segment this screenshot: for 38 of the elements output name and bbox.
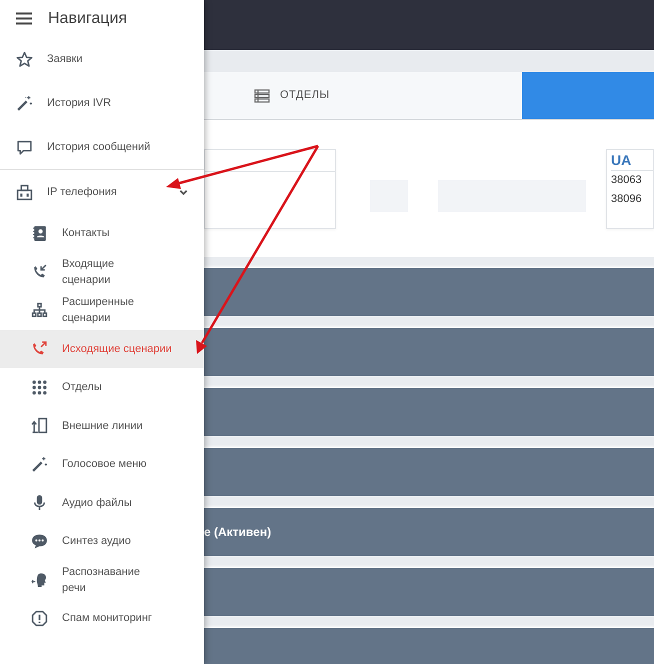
list-icon xyxy=(254,88,270,102)
phone-incoming-icon xyxy=(31,263,48,280)
speech-bubble-icon xyxy=(31,532,48,550)
hierarchy-icon xyxy=(31,302,48,319)
sidebar-item[interactable]: Аудио файлы xyxy=(0,484,204,522)
phone-number: 38063 xyxy=(611,173,643,188)
sidebar-item[interactable]: Контакты xyxy=(0,214,204,252)
head-voice-icon xyxy=(31,571,48,588)
device-arrow-icon xyxy=(31,417,48,434)
sidebar-item[interactable]: Внешние линии xyxy=(0,406,204,445)
sidebar-item[interactable]: Заявки xyxy=(0,37,204,81)
sidebar-item[interactable]: Спам мониторинг xyxy=(0,599,204,638)
star-icon xyxy=(16,50,33,68)
menu-icon[interactable] xyxy=(16,12,32,25)
sidebar-item[interactable]: Синтез аудио xyxy=(0,522,204,560)
phone-number: 38096 xyxy=(611,192,643,207)
sidebar-item[interactable]: Отделы xyxy=(0,368,204,406)
grid-icon xyxy=(31,378,48,396)
sidebar-item[interactable]: Входящие сценарии xyxy=(0,252,204,291)
sidebar-item[interactable]: Голосовое меню xyxy=(0,445,204,484)
magic-wand-icon xyxy=(31,456,48,473)
phone-outgoing-icon xyxy=(31,340,48,358)
chat-bubble-icon xyxy=(16,138,33,156)
contact-book-icon xyxy=(31,224,48,242)
nav-title: Навигация xyxy=(48,8,128,28)
chevron-icon xyxy=(179,188,188,196)
sidebar-item[interactable]: История IVR xyxy=(0,81,204,125)
building-icon xyxy=(16,184,33,200)
sidebar-item[interactable]: Распознавание речи xyxy=(0,560,204,599)
microphone-icon xyxy=(31,494,48,512)
alert-octagon-icon xyxy=(31,610,48,627)
sidebar-item[interactable]: История сообщений xyxy=(0,125,204,169)
magic-wand-icon xyxy=(16,94,33,112)
sidebar-item[interactable]: Расширенные сценарии xyxy=(0,291,204,330)
card-title: UA xyxy=(611,151,632,170)
row-label: е (Активен) xyxy=(204,524,272,541)
sidebar-item[interactable]: Исходящие сценарии xyxy=(0,330,204,368)
sidebar-item[interactable]: IP телефония xyxy=(0,170,204,214)
